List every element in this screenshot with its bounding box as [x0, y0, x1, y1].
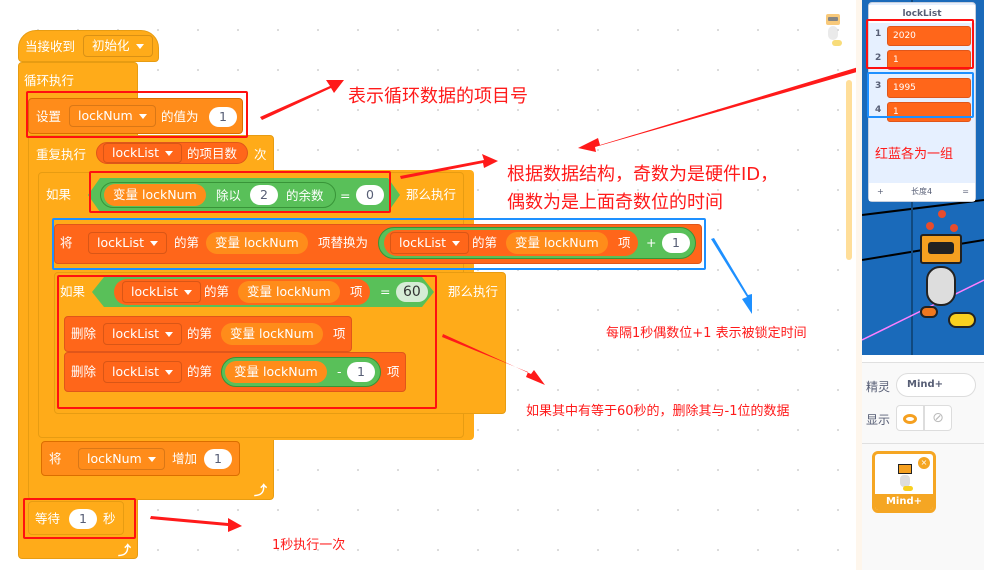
list-length: 长度4 — [911, 187, 933, 196]
blue-arrow-to-increment-note — [711, 238, 752, 314]
annotation-group-note: 红蓝各为一组 — [875, 147, 954, 162]
annotation-structure-line1: 根据数据结构，奇数为是硬件ID， — [507, 164, 779, 185]
arrow-to-loop-index-note — [260, 80, 344, 120]
highlight-list-group-red — [866, 19, 974, 69]
code-workspace[interactable]: 当接收到 初始化 循环执行 ⤴ 设置 lockNum 的值为 1 重复执行 lo… — [0, 0, 856, 570]
sprite-info-panel: 精灵 Mind+ 显示 ⊘ × Mind+ — [862, 362, 984, 570]
annotation-increment: 每隔1秒偶数位+1 表示被锁定时间 — [606, 326, 807, 341]
list-monitor-footer: + 长度4 = — [869, 183, 975, 201]
add-item-button[interactable]: + — [877, 183, 884, 201]
eye-icon — [903, 413, 917, 424]
annotation-structure-line2: 偶数为是上面奇数位的时间 — [507, 192, 723, 213]
robot-sprite[interactable] — [920, 208, 980, 338]
vertical-scrollbar[interactable] — [846, 80, 852, 260]
annotation-delete: 如果其中有等于60秒的，删除其与-1位的数据 — [526, 404, 790, 419]
annotation-loop-index: 表示循环数据的项目号 — [348, 86, 528, 107]
sprite-name-label: 精灵 — [866, 380, 891, 394]
sprite-tile[interactable]: × Mind+ — [872, 451, 936, 513]
show-toggle-visible[interactable] — [896, 405, 924, 431]
show-label: 显示 — [866, 413, 891, 427]
resize-handle[interactable]: = — [962, 183, 969, 201]
arrow-to-wait-note — [150, 516, 242, 532]
sprite-delete-button[interactable]: × — [918, 457, 930, 469]
sprite-preview-icon — [822, 6, 844, 50]
sprite-name-input[interactable]: Mind+ — [896, 373, 976, 397]
stage[interactable]: lockList 1 2020 2 1 3 1995 4 1 + 长度4 = 红蓝各为一组 — [862, 0, 984, 355]
show-toggle-hidden[interactable]: ⊘ — [924, 405, 952, 431]
eye-slash-icon: ⊘ — [932, 410, 944, 426]
sprite-list-divider — [862, 443, 984, 444]
sprite-thumbnail-icon — [897, 460, 913, 492]
annotation-wait: 1秒执行一次 — [272, 538, 346, 553]
arrow-to-list-monitor — [578, 67, 856, 152]
sprite-tile-name: Mind+ — [875, 494, 933, 510]
arrow-to-delete-note — [442, 334, 545, 385]
highlight-list-group-blue — [867, 72, 974, 118]
arrow-to-structure-note — [400, 154, 498, 179]
